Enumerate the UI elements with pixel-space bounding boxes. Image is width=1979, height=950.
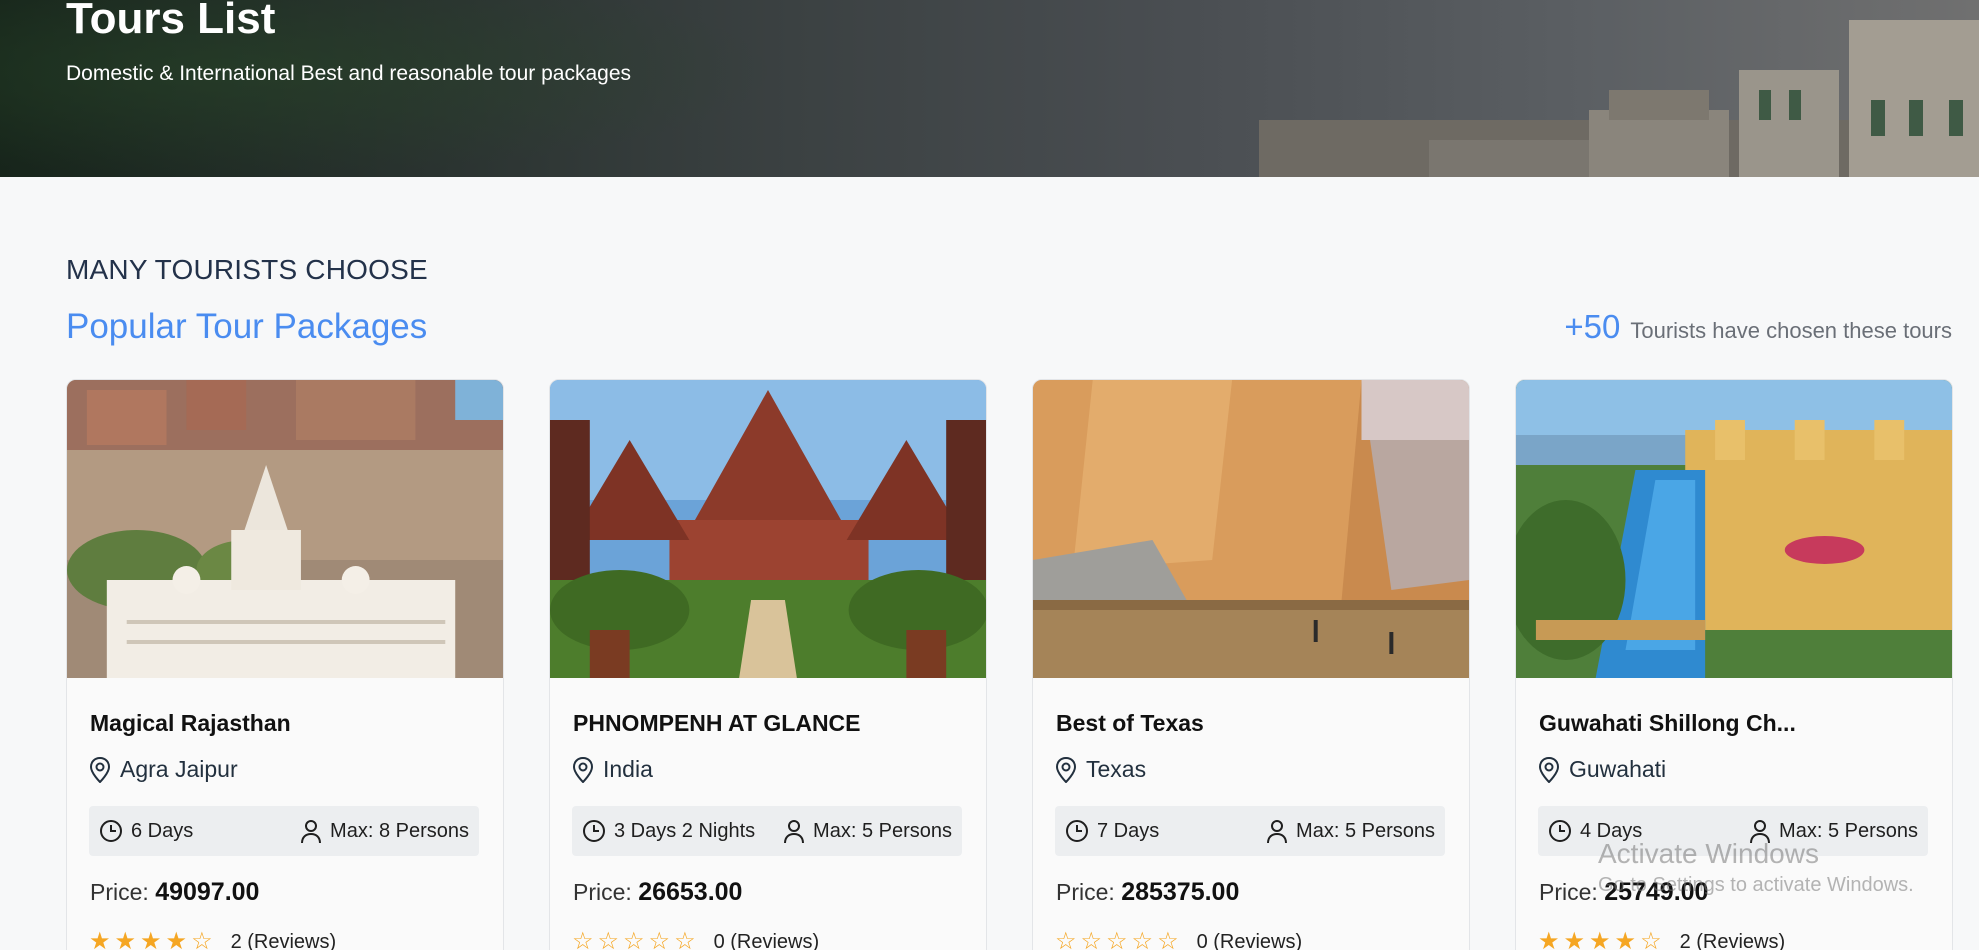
tour-location: India	[571, 756, 653, 783]
tour-name[interactable]: Guwahati Shillong Ch...	[1539, 710, 1796, 737]
clock-icon	[100, 820, 122, 842]
star-filled-icon: ★	[114, 928, 137, 950]
tour-meta: 6 Days Max: 8 Persons	[89, 806, 479, 856]
price-value: 285375.00	[1121, 878, 1240, 906]
tour-duration: 6 Days	[99, 819, 193, 843]
section-title: Popular Tour Packages	[66, 307, 428, 346]
clock-icon	[1066, 820, 1088, 842]
star-filled-icon: ★	[1614, 928, 1637, 950]
tour-duration-text: 3 Days 2 Nights	[614, 819, 756, 842]
tour-location: Texas	[1054, 756, 1146, 783]
tour-max-persons: Max: 5 Persons	[783, 818, 952, 844]
star-empty-icon: ☆	[674, 928, 696, 950]
tour-card[interactable]: Best of Texas Texas 7 Days Max: 5 Person…	[1032, 379, 1470, 950]
watermark-title: Activate Windows	[1598, 838, 1819, 869]
clock-icon	[1549, 820, 1571, 842]
clock-icon	[583, 820, 605, 842]
tour-image-texas[interactable]	[1033, 380, 1469, 678]
tour-max-text: Max: 5 Persons	[813, 819, 952, 842]
tour-name[interactable]: Magical Rajasthan	[90, 710, 291, 737]
star-empty-icon: ☆	[597, 928, 620, 950]
star-empty-icon: ☆	[648, 928, 671, 950]
tour-location-text: India	[603, 756, 653, 782]
hero-banner: Tours List Domestic & International Best…	[0, 0, 1979, 177]
tour-location: Guwahati	[1537, 756, 1666, 783]
price-label: Price:	[1539, 879, 1598, 905]
reviews-count: 0 (Reviews)	[1196, 930, 1303, 950]
tour-duration: 3 Days 2 Nights	[582, 819, 755, 843]
tour-image-cambodia[interactable]	[550, 380, 986, 678]
map-pin-icon	[572, 756, 594, 783]
tour-max-persons: Max: 8 Persons	[300, 818, 469, 844]
person-icon	[1267, 820, 1288, 844]
reviews-count: 0 (Reviews)	[713, 930, 820, 950]
star-empty-icon: ☆	[1640, 928, 1662, 950]
price-value: 49097.00	[155, 878, 260, 906]
map-pin-icon	[1055, 756, 1077, 783]
tour-card[interactable]: Magical Rajasthan Agra Jaipur 6 Days Max…	[66, 379, 504, 950]
page-title: Tours List	[66, 0, 276, 43]
section-eyebrow: MANY TOURISTS CHOOSE	[66, 254, 428, 285]
star-empty-icon: ☆	[191, 928, 213, 950]
star-filled-icon: ★	[1589, 928, 1611, 950]
star-empty-icon: ☆	[1055, 928, 1077, 950]
watermark-subtitle: Go to Settings to activate Windows.	[1598, 874, 1914, 896]
map-pin-icon	[89, 756, 111, 783]
tour-price: Price: 26653.00	[573, 878, 742, 907]
tour-location: Agra Jaipur	[88, 756, 238, 783]
map-pin-icon	[1538, 756, 1560, 783]
tour-max-persons: Max: 5 Persons	[1266, 818, 1435, 844]
reviews-count: 2 (Reviews)	[1679, 930, 1786, 950]
star-empty-icon: ☆	[1157, 928, 1179, 950]
tour-location-text: Guwahati	[1569, 756, 1667, 782]
tour-image-rajasthan[interactable]	[67, 380, 503, 678]
price-label: Price:	[573, 879, 632, 905]
tour-name[interactable]: PHNOMPENH AT GLANCE	[573, 710, 861, 737]
star-filled-icon: ★	[1563, 928, 1586, 950]
star-filled-icon: ★	[89, 928, 111, 950]
tour-duration: 7 Days	[1065, 819, 1159, 843]
star-empty-icon: ☆	[1080, 928, 1103, 950]
star-empty-icon: ☆	[1131, 928, 1154, 950]
star-filled-icon: ★	[1538, 928, 1560, 950]
person-icon	[784, 820, 805, 844]
tour-duration-text: 6 Days	[131, 819, 194, 842]
tour-price: Price: 285375.00	[1056, 878, 1239, 907]
tourist-count-number: +50	[1564, 308, 1621, 345]
star-empty-icon: ☆	[1106, 928, 1128, 950]
tour-location-text: Texas	[1086, 756, 1147, 782]
tour-rating: ★ ★ ★ ★ ☆ 2 (Reviews)	[1538, 930, 1785, 950]
price-label: Price:	[1056, 879, 1115, 905]
tour-duration-text: 7 Days	[1097, 819, 1160, 842]
reviews-count: 2 (Reviews)	[230, 930, 337, 950]
tourist-count-text: Tourists have chosen these tours	[1630, 318, 1952, 343]
tour-meta: 3 Days 2 Nights Max: 5 Persons	[572, 806, 962, 856]
tourist-count: +50 Tourists have chosen these tours	[1564, 308, 1952, 346]
tour-meta: 7 Days Max: 5 Persons	[1055, 806, 1445, 856]
tour-rating: ☆ ☆ ☆ ☆ ☆ 0 (Reviews)	[1055, 930, 1302, 950]
person-icon	[301, 820, 322, 844]
price-label: Price:	[90, 879, 149, 905]
tour-price: Price: 49097.00	[90, 878, 259, 907]
windows-activation-watermark: Activate Windows Go to Settings to activ…	[1598, 838, 1914, 897]
star-empty-icon: ☆	[623, 928, 645, 950]
page-subtitle: Domestic & International Best and reason…	[66, 62, 632, 85]
tour-max-text: Max: 5 Persons	[1296, 819, 1435, 842]
tour-name[interactable]: Best of Texas	[1056, 710, 1204, 737]
star-empty-icon: ☆	[572, 928, 594, 950]
tour-max-text: Max: 8 Persons	[330, 819, 469, 842]
tour-rating: ★ ★ ★ ★ ☆ 2 (Reviews)	[89, 930, 336, 950]
tour-card[interactable]: PHNOMPENH AT GLANCE India 3 Days 2 Night…	[549, 379, 987, 950]
price-value: 26653.00	[638, 878, 743, 906]
tour-rating: ☆ ☆ ☆ ☆ ☆ 0 (Reviews)	[572, 930, 819, 950]
star-filled-icon: ★	[140, 928, 162, 950]
tour-location-text: Agra Jaipur	[120, 756, 238, 782]
star-filled-icon: ★	[165, 928, 188, 950]
tour-image-guwahati[interactable]	[1516, 380, 1952, 678]
hero-buildings-image	[1259, 20, 1979, 177]
